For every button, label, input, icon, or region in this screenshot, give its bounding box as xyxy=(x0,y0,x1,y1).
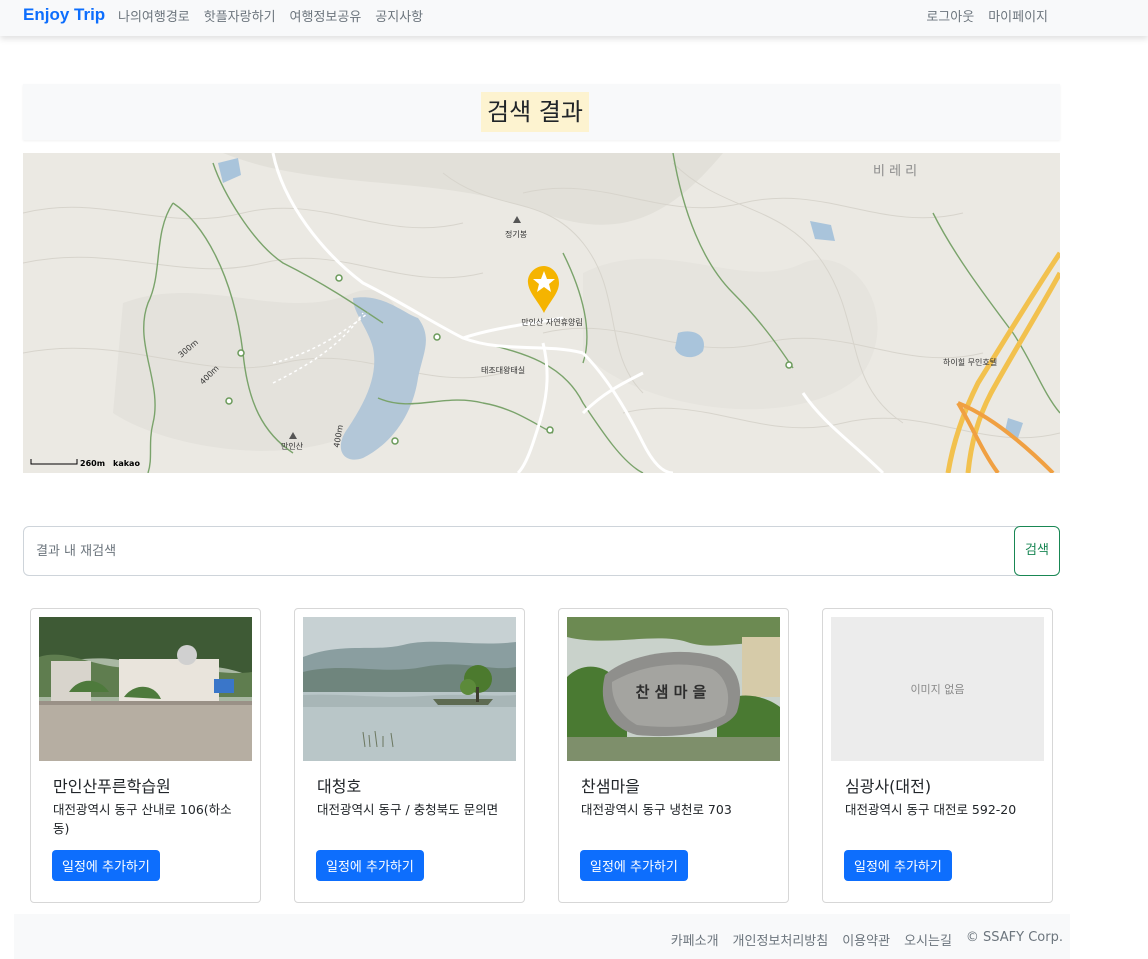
card-title: 심광사(대전) xyxy=(845,777,932,796)
card-address: 대전광역시 동구 / 충청북도 문의면 xyxy=(317,802,499,817)
card-image: 찬 샘 마 을 xyxy=(567,617,780,761)
page-title: 검색 결과 xyxy=(481,92,589,132)
result-card: 찬 샘 마 을 찬샘마을 대전광역시 동구 냉천로 703 일정에 추가하기 xyxy=(558,608,789,903)
map-label-motel: 하이힐 무인호텔 xyxy=(943,357,997,367)
add-to-schedule-button[interactable]: 일정에 추가하기 xyxy=(52,850,160,881)
result-card: 만인산푸른학습원 대전광역시 동구 산내로 106(하소동) 일정에 추가하기 xyxy=(30,608,261,903)
map-provider-logo: kakao xyxy=(113,459,140,468)
nav-right: 로그아웃 마이페이지 xyxy=(926,6,1048,25)
map-canvas[interactable]: 정기봉 만인산 자연휴양림 태조대왕태실 하이힐 무인호텔 만인산 300m 4… xyxy=(23,153,1060,473)
footer-link-about[interactable]: 카페소개 xyxy=(671,930,719,949)
map-label-mountain: 만인산 xyxy=(281,441,304,451)
add-to-schedule-button[interactable]: 일정에 추가하기 xyxy=(580,850,688,881)
card-image: 이미지 없음 xyxy=(831,617,1044,761)
card-address: 대전광역시 동구 냉천로 703 xyxy=(581,802,732,817)
map[interactable]: 정기봉 만인산 자연휴양림 태조대왕태실 하이힐 무인호텔 만인산 300m 4… xyxy=(23,153,1060,473)
search-row: 검색 xyxy=(23,526,1060,576)
navbar: Enjoy Trip 나의여행경로 핫플자랑하기 여행정보공유 공지사항 로그아… xyxy=(0,0,1148,36)
footer-link-directions[interactable]: 오시는길 xyxy=(904,930,952,949)
result-card: 이미지 없음 심광사(대전) 대전광역시 동구 대전로 592-20 일정에 추… xyxy=(822,608,1053,903)
nav-hotplace[interactable]: 핫플자랑하기 xyxy=(204,6,276,25)
map-label-forest: 만인산 자연휴양림 xyxy=(521,317,582,327)
nav-mypage[interactable]: 마이페이지 xyxy=(988,6,1048,25)
map-label-site: 태조대왕태실 xyxy=(481,365,525,375)
footer-copyright: © SSAFY Corp. xyxy=(965,930,1063,945)
footer: 카페소개 개인정보처리방침 이용약관 오시는길 © SSAFY Corp. xyxy=(14,914,1070,959)
nav-my-route[interactable]: 나의여행경로 xyxy=(118,6,190,25)
nav-left: 나의여행경로 핫플자랑하기 여행정보공유 공지사항 xyxy=(118,6,423,25)
search-button[interactable]: 검색 xyxy=(1014,526,1060,576)
card-image xyxy=(303,617,516,761)
result-card: 대청호 대전광역시 동구 / 충청북도 문의면 일정에 추가하기 xyxy=(294,608,525,903)
nav-notice[interactable]: 공지사항 xyxy=(375,6,423,25)
card-address: 대전광역시 동구 대전로 592-20 xyxy=(845,802,1017,817)
nav-travel-info[interactable]: 여행정보공유 xyxy=(290,6,362,25)
stone-text: 찬 샘 마 을 xyxy=(636,683,707,701)
card-title: 만인산푸른학습원 xyxy=(53,777,171,796)
footer-link-privacy[interactable]: 개인정보처리방침 xyxy=(733,930,829,949)
no-image-placeholder: 이미지 없음 xyxy=(831,617,1044,761)
footer-link-terms[interactable]: 이용약관 xyxy=(842,930,890,949)
map-label-peak: 정기봉 xyxy=(505,229,527,239)
add-to-schedule-button[interactable]: 일정에 추가하기 xyxy=(844,850,952,881)
card-image xyxy=(39,617,252,761)
brand-logo[interactable]: Enjoy Trip xyxy=(23,5,105,25)
map-scale-label: 260m xyxy=(80,459,105,468)
map-label-forest-text: 만인산 자연휴양림 xyxy=(521,317,582,327)
search-input[interactable] xyxy=(23,526,1027,576)
card-title: 대청호 xyxy=(317,777,362,796)
footer-links: 카페소개 개인정보처리방침 이용약관 오시는길 © SSAFY Corp. xyxy=(671,930,1063,949)
card-address: 대전광역시 동구 산내로 106(하소동) xyxy=(53,802,232,836)
map-label-village: 비 레 리 xyxy=(873,164,917,179)
add-to-schedule-button[interactable]: 일정에 추가하기 xyxy=(316,850,424,881)
nav-logout[interactable]: 로그아웃 xyxy=(926,6,974,25)
card-title: 찬샘마을 xyxy=(581,777,640,796)
